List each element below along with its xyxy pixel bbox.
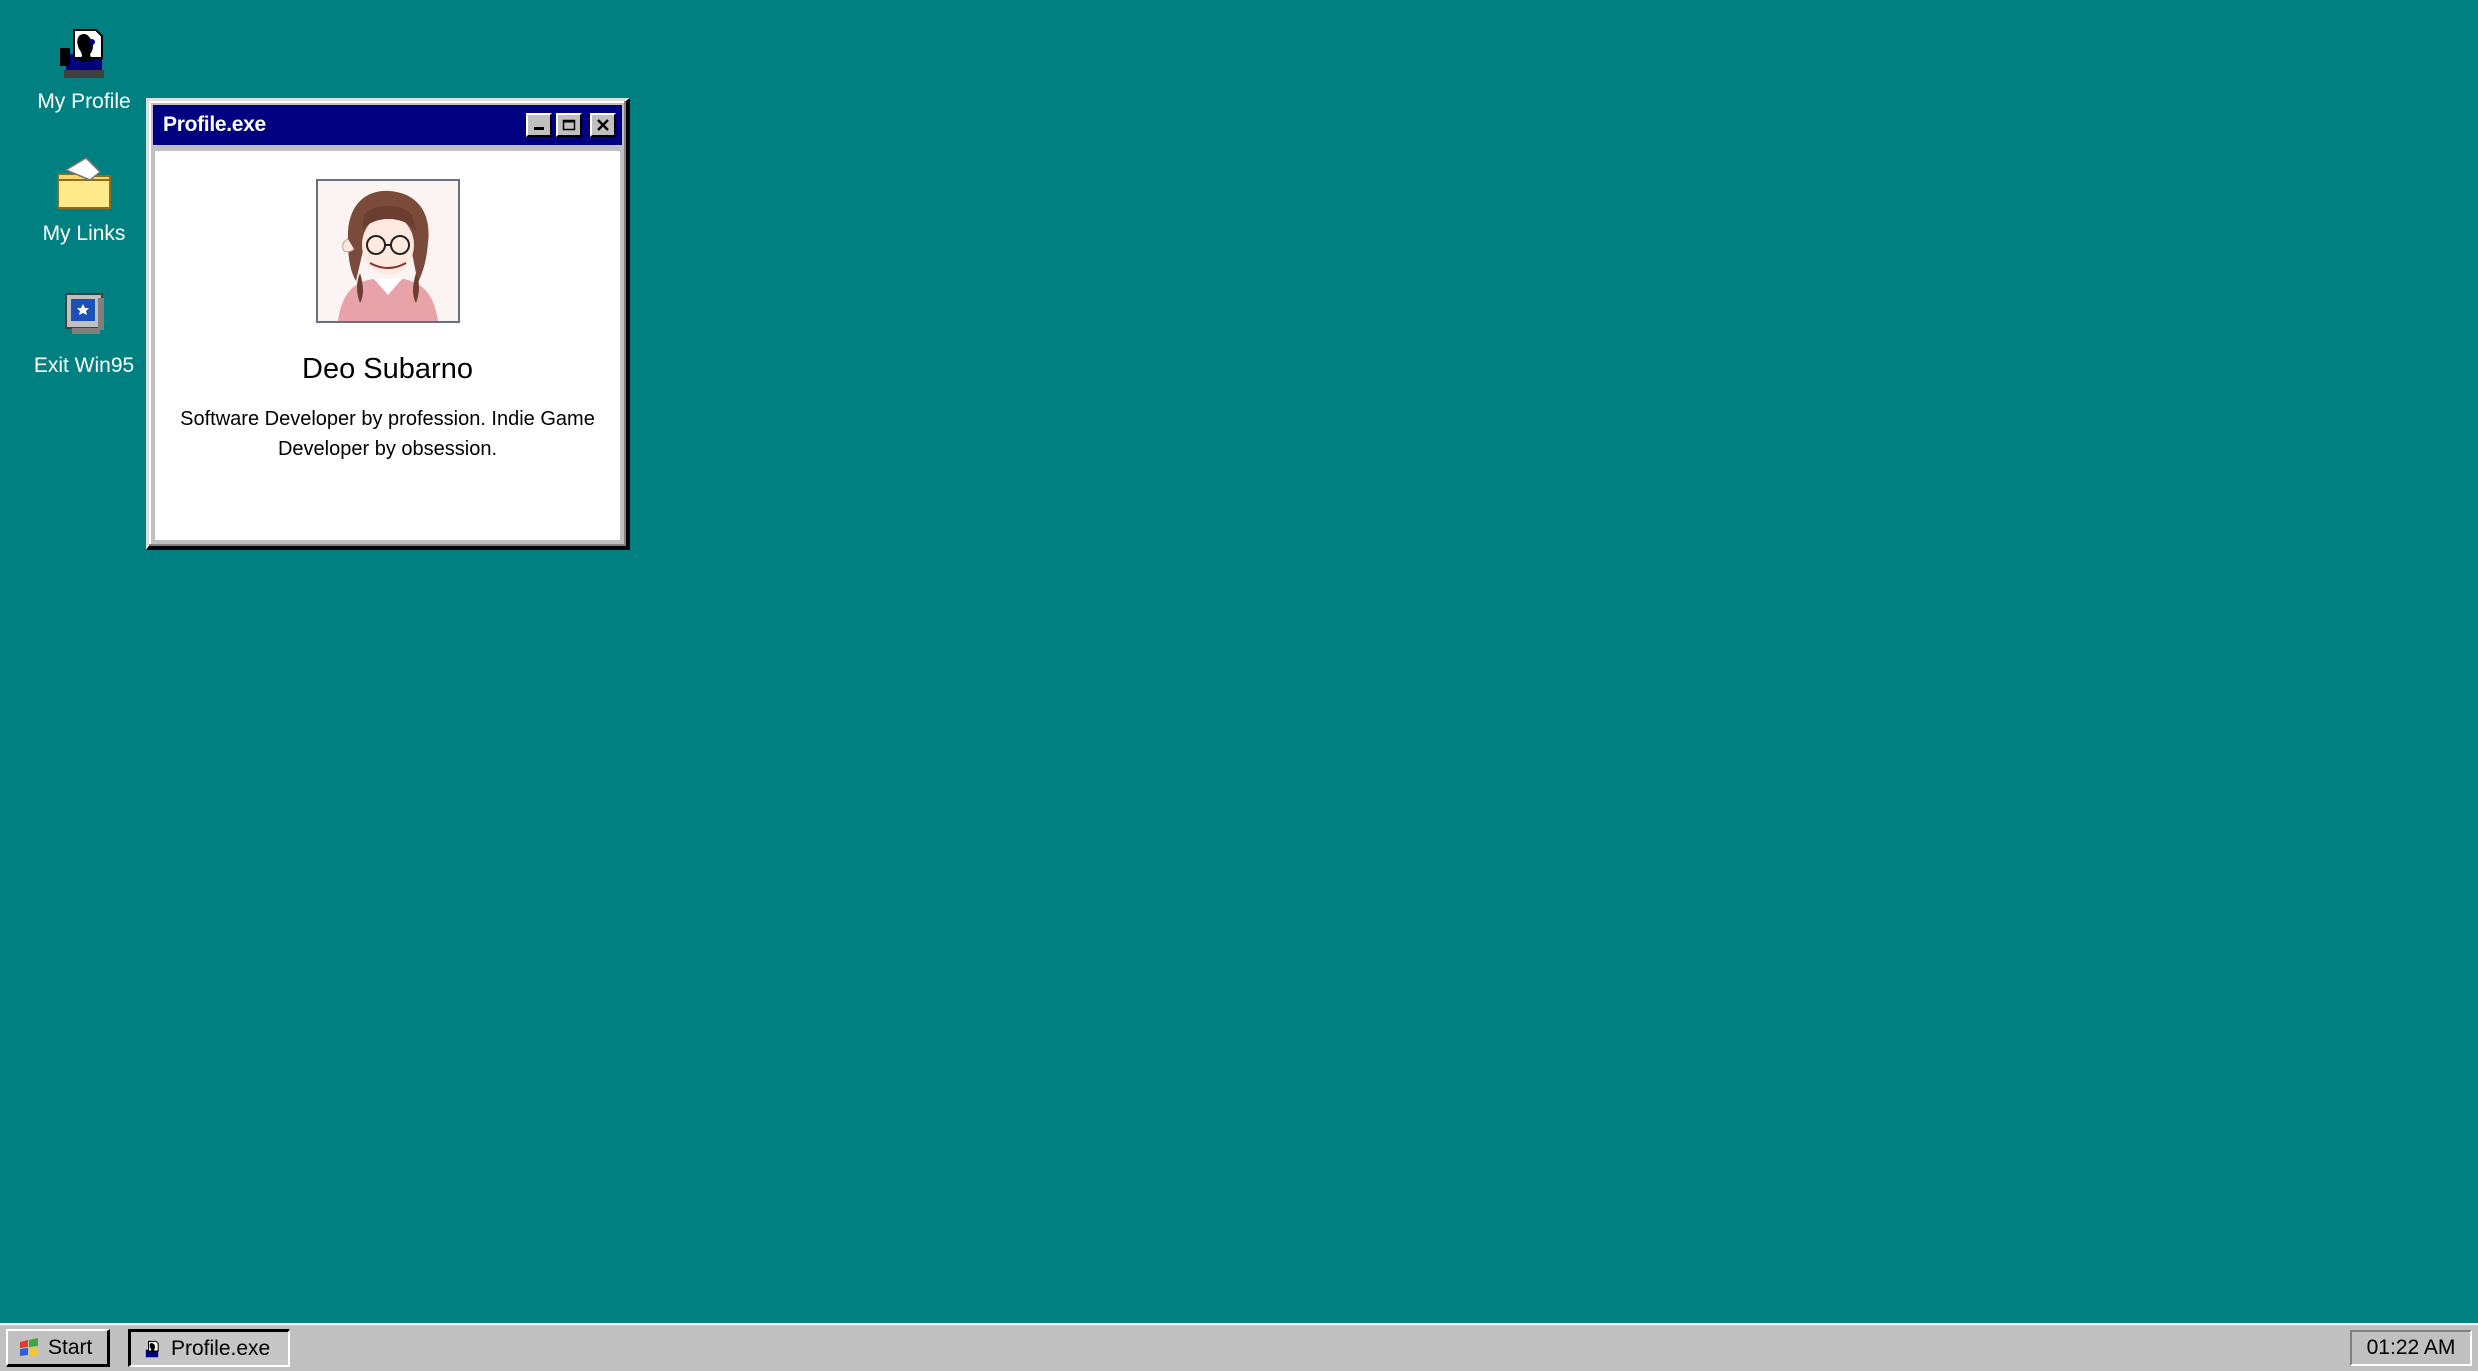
minimize-button[interactable]: [526, 113, 552, 137]
profile-icon: [145, 1340, 159, 1357]
desktop-icon-label: My Profile: [37, 90, 131, 113]
folder-icon: [57, 157, 111, 209]
window-content: Deo Subarno Software Developer by profes…: [155, 151, 620, 540]
maximize-button[interactable]: [556, 113, 582, 137]
maximize-icon: [562, 119, 576, 131]
profile-name: Deo Subarno: [302, 353, 473, 385]
windows-logo-icon: [20, 1337, 38, 1357]
desktop-icon-label: Exit Win95: [33, 354, 135, 377]
desktop-icon-label: My Links: [42, 222, 126, 245]
window-titlebar[interactable]: Profile.exe: [153, 105, 622, 145]
avatar-illustration: [317, 181, 458, 321]
computer-exit-icon: [65, 293, 104, 334]
close-icon: [597, 119, 609, 131]
profile-icon: [60, 29, 104, 78]
avatar: [315, 179, 460, 323]
window-controls: [526, 113, 616, 137]
taskbar: Start Profile.exe 01:22 AM: [0, 1323, 2478, 1371]
desktop-icon-my-profile[interactable]: My Profile: [22, 20, 146, 114]
profile-window[interactable]: Profile.exe Deo Subarno Software Develop…: [146, 98, 630, 550]
minimize-icon: [534, 127, 544, 130]
taskbar-item-profile[interactable]: Profile.exe: [128, 1329, 290, 1367]
close-button[interactable]: [590, 113, 616, 137]
desktop-icon-my-links[interactable]: My Links: [22, 152, 146, 246]
window-title: Profile.exe: [163, 113, 266, 136]
taskbar-item-label: Profile.exe: [171, 1336, 271, 1360]
desktop-icon-exit-win95[interactable]: Exit Win95: [22, 284, 146, 378]
start-button[interactable]: Start: [6, 1329, 110, 1367]
profile-bio: Software Developer by profession. Indie …: [180, 408, 595, 460]
start-label: Start: [48, 1335, 93, 1359]
system-clock[interactable]: 01:22 AM: [2350, 1330, 2472, 1366]
desktop: My Profile My Links Exit Win95 Profile.e…: [0, 0, 2478, 1323]
